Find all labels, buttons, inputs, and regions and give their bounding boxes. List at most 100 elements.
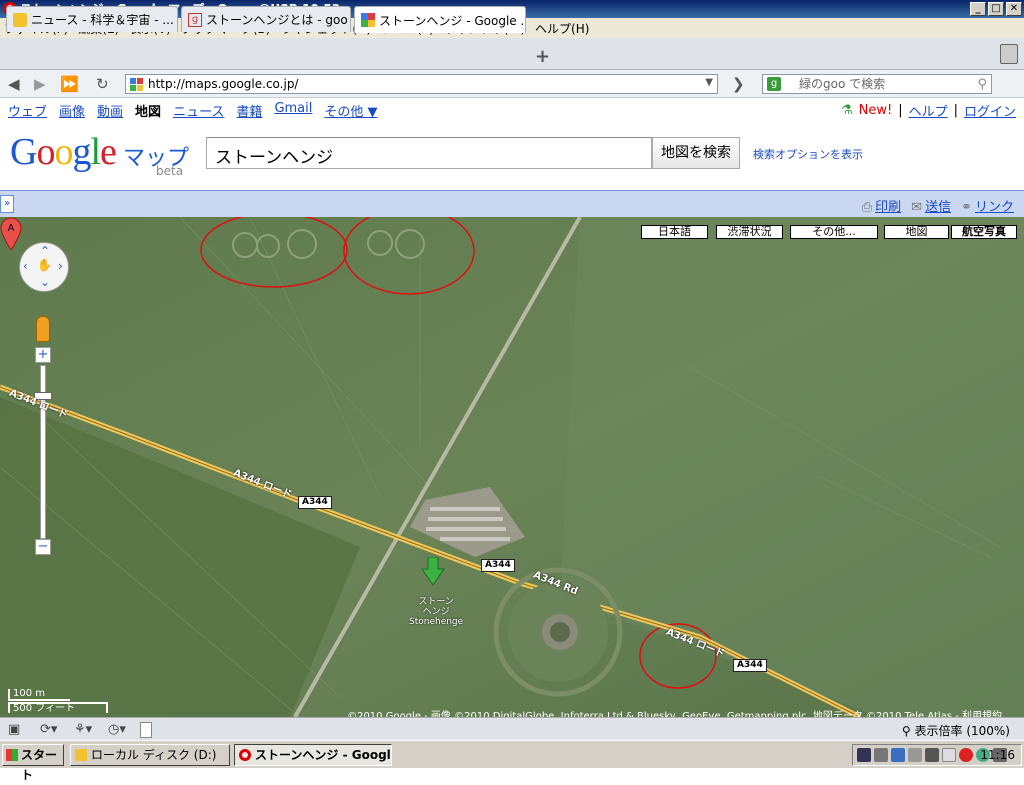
street-view-pegman-icon[interactable] bbox=[36, 316, 50, 342]
pan-down-icon[interactable]: ⌄ bbox=[40, 275, 50, 289]
tab-goo[interactable]: g ストーンヘンジとは - goo ... ✕ bbox=[181, 6, 351, 32]
clock: 11:16 bbox=[980, 748, 1015, 762]
google-maps-favicon-icon bbox=[361, 13, 375, 27]
tab-google-maps[interactable]: ストーンヘンジ - Google ..... ✕ bbox=[354, 6, 526, 33]
pan-left-icon[interactable]: ‹ bbox=[23, 259, 28, 273]
tray-app-icon[interactable] bbox=[874, 748, 888, 762]
send-link[interactable]: ✉ 送信 bbox=[911, 196, 951, 215]
green-arrow-marker-icon[interactable] bbox=[421, 557, 445, 589]
map-type-satellite[interactable]: 航空写真 bbox=[951, 225, 1017, 239]
tray-app-icon[interactable] bbox=[925, 748, 939, 762]
beta-label: beta bbox=[156, 164, 184, 178]
login-link[interactable]: ログイン bbox=[964, 101, 1016, 120]
close-button[interactable]: ✕ bbox=[1006, 2, 1022, 16]
address-toolbar: ◀ ▶ ⏩ ↻ http://maps.google.co.jp/ ▼ ❯ g … bbox=[0, 70, 1024, 98]
pan-control[interactable]: ⌃ ⌄ ‹ › ✋ bbox=[19, 242, 69, 292]
map-type-japanese[interactable]: 日本語 bbox=[641, 225, 708, 239]
goo-favicon-icon: g bbox=[188, 12, 202, 27]
map-copyright[interactable]: ©2010 Google - 画像 ©2010 DigitalGlobe, In… bbox=[347, 707, 1002, 717]
nav-video[interactable]: 動画 bbox=[97, 101, 123, 120]
progress-box bbox=[140, 722, 152, 738]
poi-label[interactable]: ストーン ヘンジ Stonehenge bbox=[409, 597, 463, 627]
tray-app-icon[interactable] bbox=[908, 748, 922, 762]
zoom-icon: ⚲ bbox=[901, 724, 915, 738]
scale-imperial: 500 フィート bbox=[8, 702, 108, 714]
search-field[interactable]: g 緑のgoo で検索 ⚲ bbox=[762, 74, 992, 94]
tab-bar bbox=[0, 38, 1024, 70]
map-canvas[interactable]: 日本語 渋滞状況 その他... 地図 航空写真 ⌃ ⌄ ‹ › ✋ + − A3… bbox=[0, 217, 1024, 717]
print-link[interactable]: ⎙ 印刷 bbox=[862, 196, 901, 215]
road-shield: A344 bbox=[733, 659, 767, 672]
zoom-out-button[interactable]: − bbox=[35, 539, 51, 555]
zoom-slider[interactable]: + − bbox=[34, 347, 52, 557]
link-link[interactable]: ⚭ リンク bbox=[961, 196, 1014, 215]
folder-icon bbox=[75, 749, 87, 761]
maps-header: Google マップ beta ストーンヘンジ 地図を検索 検索オプションを表示 bbox=[0, 120, 1024, 190]
map-tools-bar: » ⎙ 印刷 ✉ 送信 ⚭ リンク bbox=[0, 190, 1024, 217]
map-type-more[interactable]: その他... bbox=[790, 225, 878, 239]
back-icon[interactable]: ◀ bbox=[8, 75, 20, 93]
expand-panel-icon[interactable]: » bbox=[0, 195, 14, 213]
url-field[interactable]: http://maps.google.co.jp/ ▼ bbox=[125, 74, 718, 94]
printer-icon: ⎙ bbox=[861, 200, 873, 215]
fast-forward-icon[interactable]: ⏩ bbox=[60, 75, 79, 93]
result-a-marker-icon[interactable]: A bbox=[0, 217, 22, 251]
google-logo[interactable]: Google bbox=[10, 132, 117, 172]
search-options-link[interactable]: 検索オプションを表示 bbox=[753, 146, 863, 162]
taskbar-item-opera[interactable]: ストーンヘンジ - Googl... bbox=[234, 744, 392, 766]
news-favicon-icon bbox=[13, 12, 27, 27]
maximize-button[interactable]: □ bbox=[988, 2, 1004, 16]
menu-help[interactable]: ヘルプ(H) bbox=[535, 20, 589, 37]
taskbar-item-explorer[interactable]: ローカル ディスク (D:) bbox=[70, 744, 230, 766]
nav-books[interactable]: 書籍 bbox=[236, 101, 262, 120]
pan-right-icon[interactable]: › bbox=[58, 259, 63, 273]
reload-icon[interactable]: ↻ bbox=[96, 75, 109, 93]
go-arrow-icon[interactable]: ❯ bbox=[732, 75, 745, 93]
trash-icon[interactable] bbox=[1000, 44, 1018, 64]
nav-gmail[interactable]: Gmail bbox=[274, 101, 312, 120]
new-tab-plus-icon[interactable]: + bbox=[535, 46, 550, 67]
nav-images[interactable]: 画像 bbox=[59, 101, 85, 120]
minimize-button[interactable]: _ bbox=[970, 2, 986, 16]
tray-app-icon[interactable] bbox=[891, 748, 905, 762]
envelope-icon: ✉ bbox=[911, 200, 923, 215]
start-button[interactable]: スタート bbox=[2, 744, 64, 782]
new-label[interactable]: New! bbox=[859, 103, 893, 118]
map-type-map[interactable]: 地図 bbox=[884, 225, 949, 239]
close-tab-icon[interactable]: ✕ bbox=[174, 13, 177, 27]
tab-news[interactable]: ニュース - 科学＆宇宙 - ... ✕ bbox=[6, 6, 178, 32]
tab-label: ストーンヘンジ - Google ..... bbox=[379, 13, 526, 28]
scale-metric: 100 m bbox=[8, 689, 70, 701]
sync-icon[interactable]: ⟳▾ bbox=[40, 722, 57, 737]
pan-up-icon[interactable]: ⌃ bbox=[40, 244, 50, 258]
url-dropdown-icon[interactable]: ▼ bbox=[705, 77, 713, 88]
tray-app-icon[interactable] bbox=[857, 748, 871, 762]
tray-app-icon[interactable] bbox=[942, 748, 956, 762]
windows-logo-icon bbox=[6, 749, 18, 761]
google-favicon-icon bbox=[130, 78, 143, 91]
marker-letter: A bbox=[8, 223, 15, 234]
tray-app-icon[interactable] bbox=[959, 748, 973, 762]
search-map-button[interactable]: 地図を検索 bbox=[652, 137, 740, 169]
zoom-in-button[interactable]: + bbox=[35, 347, 51, 363]
panel-toggle-icon[interactable]: ▣ bbox=[8, 722, 20, 737]
opera-icon bbox=[239, 749, 251, 761]
zoom-level[interactable]: ⚲ 表示倍率 (100%) bbox=[902, 722, 1010, 739]
poi-label-en: Stonehenge bbox=[409, 617, 464, 627]
google-nav-bar: ウェブ 画像 動画 地図 ニュース 書籍 Gmail その他 ▼ ⚗ New! … bbox=[0, 98, 1024, 120]
help-link[interactable]: ヘルプ bbox=[909, 101, 948, 120]
map-search-input[interactable]: ストーンヘンジ bbox=[206, 137, 652, 169]
nav-web[interactable]: ウェブ bbox=[8, 101, 47, 120]
goo-search-engine-icon[interactable]: g bbox=[767, 77, 781, 91]
nav-more[interactable]: その他 ▼ bbox=[324, 101, 377, 120]
network-icon[interactable]: ⚘▾ bbox=[74, 722, 92, 737]
window-controls: _ □ ✕ bbox=[970, 2, 1022, 16]
forward-icon[interactable]: ▶ bbox=[34, 75, 46, 93]
hand-icon: ✋ bbox=[37, 258, 52, 272]
speed-icon[interactable]: ◷▾ bbox=[108, 722, 126, 737]
map-type-traffic[interactable]: 渋滞状況 bbox=[716, 225, 783, 239]
nav-news[interactable]: ニュース bbox=[173, 101, 224, 120]
browser-status-bar: ▣ ⟳▾ ⚘▾ ◷▾ ⚲ 表示倍率 (100%) bbox=[0, 717, 1024, 740]
search-icon[interactable]: ⚲ bbox=[977, 76, 987, 94]
nav-maps: 地図 bbox=[135, 105, 162, 120]
